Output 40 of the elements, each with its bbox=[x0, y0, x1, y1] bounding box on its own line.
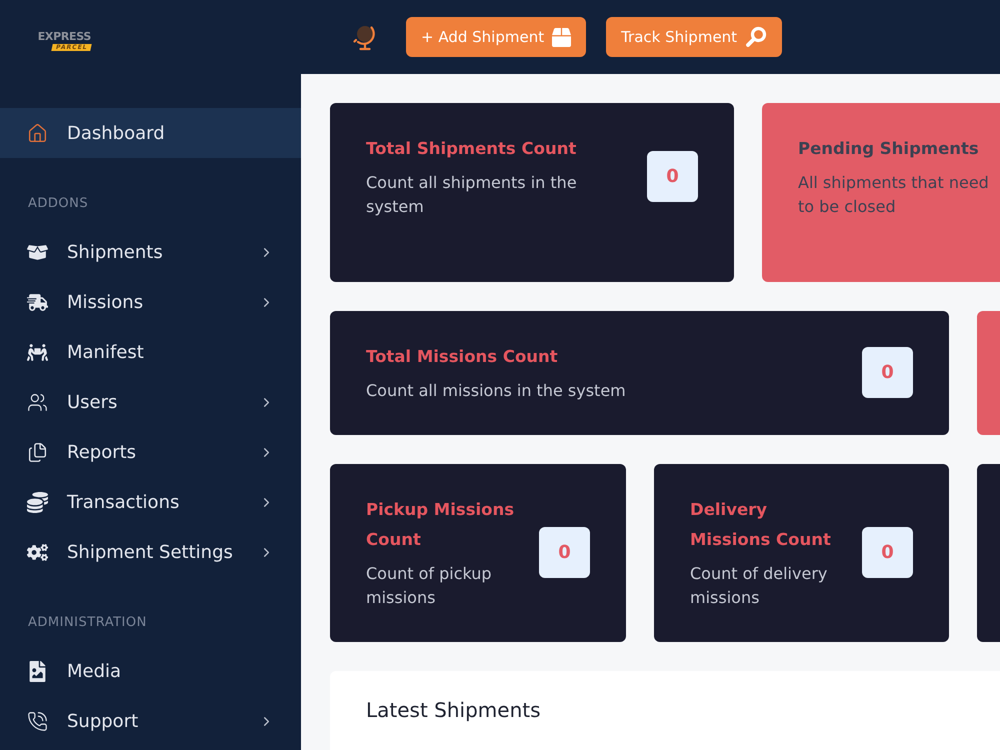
card-title: Pending Shipments bbox=[798, 138, 980, 160]
card-description: Count all missions in the system bbox=[366, 380, 627, 402]
sidebar-item[interactable]: Shipment Settings bbox=[0, 527, 301, 577]
card-title: Delivery Missions Count bbox=[690, 499, 832, 551]
people-carrying-box-icon bbox=[27, 342, 48, 362]
sidebar-item[interactable]: Shipments bbox=[0, 227, 301, 277]
image-file-icon bbox=[27, 660, 48, 682]
sidebar-item[interactable]: Users bbox=[0, 377, 301, 427]
count-badge: 0 bbox=[539, 527, 590, 578]
section-heading: ADMINISTRATION bbox=[27, 614, 148, 632]
card-description: All shipments that need to be closed bbox=[798, 172, 990, 218]
search-icon bbox=[745, 26, 768, 48]
card-description: Count all shipments in the system bbox=[366, 172, 578, 218]
sidebar-item[interactable]: Manifest bbox=[0, 327, 301, 377]
documents-icon bbox=[27, 442, 48, 462]
sidebar-item[interactable]: Media bbox=[0, 646, 301, 696]
sidebar-item[interactable]: Dashboard bbox=[0, 108, 301, 158]
card-description: Count of pickup missions bbox=[366, 563, 493, 609]
section-heading: ADDONS bbox=[27, 195, 90, 213]
card-title: Total Missions Count bbox=[366, 346, 559, 368]
coins-icon bbox=[27, 492, 48, 512]
sidebar-item[interactable]: Missions bbox=[0, 277, 301, 327]
logo-wordmark: EXPRESS bbox=[38, 30, 91, 43]
sidebar-item[interactable]: Reports bbox=[0, 427, 301, 477]
card-title: Pickup Missions Count bbox=[366, 499, 516, 551]
section-title: Latest Shipments bbox=[366, 697, 542, 724]
users-icon bbox=[27, 392, 48, 412]
truck-icon bbox=[27, 292, 48, 312]
home-icon bbox=[27, 122, 48, 144]
sidebar-item[interactable]: Support bbox=[0, 696, 301, 746]
globe-icon[interactable] bbox=[352, 23, 378, 51]
gears-icon bbox=[27, 542, 48, 562]
card-description: Count of delivery missions bbox=[690, 563, 828, 609]
count-badge: 0 bbox=[862, 347, 913, 398]
box-icon bbox=[552, 28, 572, 46]
count-badge: 0 bbox=[862, 527, 913, 578]
sidebar-item[interactable]: Transactions bbox=[0, 477, 301, 527]
count-badge: 0 bbox=[647, 151, 698, 202]
phone-icon bbox=[27, 710, 48, 732]
card-title: Total Shipments Count bbox=[366, 138, 578, 160]
